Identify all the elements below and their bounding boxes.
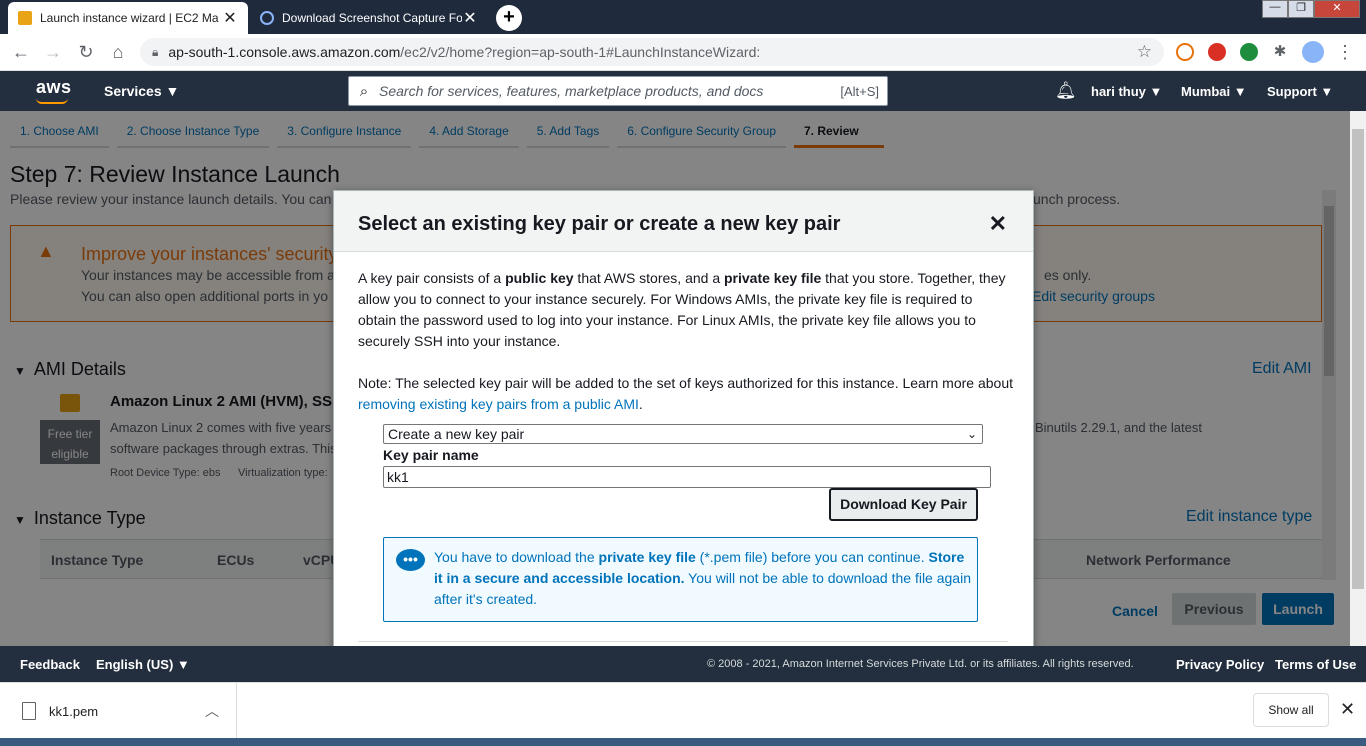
address-bar[interactable]: 🔒︎ ap-south-1.console.aws.amazon.com/ec2…: [140, 38, 1164, 66]
aws-logo[interactable]: aws: [36, 77, 72, 98]
menu-icon[interactable]: ⋮: [1334, 41, 1356, 63]
minimize-button[interactable]: —: [1262, 0, 1288, 18]
key-pair-name-input[interactable]: kk1: [383, 466, 991, 488]
back-icon[interactable]: ←: [10, 41, 32, 63]
key-pair-select[interactable]: Create a new key pair ⌄: [383, 424, 983, 444]
home-icon[interactable]: ⌂: [107, 41, 129, 63]
lock-icon: 🔒︎: [152, 44, 159, 59]
reload-icon[interactable]: ↻: [75, 41, 97, 63]
key-pair-dialog: Select an existing key pair or create a …: [333, 190, 1034, 650]
avatar[interactable]: [1302, 41, 1324, 63]
feedback-link[interactable]: Feedback: [20, 657, 80, 672]
account-menu[interactable]: hari thuy ▼: [1091, 84, 1162, 99]
download-info-text: You have to download the private key fil…: [434, 549, 971, 607]
tab-title: Download Screenshot Capture Fo: [282, 11, 462, 25]
search-placeholder: Search for services, features, marketpla…: [379, 83, 764, 99]
browser-toolbar: ← → ↻ ⌂ 🔒︎ ap-south-1.console.aws.amazon…: [0, 34, 1366, 71]
divider: [236, 683, 237, 739]
aws-top-nav: aws Services ▼ ⌕ Search for services, fe…: [0, 71, 1366, 111]
remove-key-pairs-link[interactable]: removing existing key pairs from a publi…: [358, 396, 639, 412]
browser-tab-bar: Launch instance wizard | EC2 Ma ✕ Downlo…: [0, 0, 1366, 34]
language-selector[interactable]: English (US) ▼: [96, 657, 190, 672]
maximize-button[interactable]: ❐: [1288, 0, 1314, 18]
tab-title: Launch instance wizard | EC2 Ma: [40, 11, 219, 25]
extension-icon[interactable]: [1208, 43, 1226, 61]
divider: [358, 641, 1008, 642]
download-info-box: ••• You have to download the private key…: [383, 537, 978, 622]
chevron-down-icon: ⌄: [966, 427, 977, 441]
extension-icon[interactable]: [1240, 43, 1258, 61]
bookmark-star-icon[interactable]: ☆: [1137, 42, 1152, 62]
dialog-title: Select an existing key pair or create a …: [358, 213, 841, 235]
puzzle-icon[interactable]: ✱: [1269, 41, 1291, 63]
aws-footer: Feedback English (US) ▼ © 2008 - 2021, A…: [0, 646, 1366, 682]
key-pair-note: Note: The selected key pair will be adde…: [358, 375, 1014, 412]
aws-cube-icon: [18, 11, 32, 25]
tab-screenshot-capture[interactable]: Download Screenshot Capture Fo ✕: [250, 2, 488, 34]
downloaded-file[interactable]: kk1.pem: [49, 704, 98, 719]
search-shortcut: [Alt+S]: [840, 83, 879, 99]
extension-icon[interactable]: [1176, 43, 1194, 61]
support-menu[interactable]: Support ▼: [1267, 84, 1333, 99]
close-icon[interactable]: ✕: [222, 8, 238, 28]
download-shelf: kk1.pem ︿ Show all ✕: [0, 682, 1366, 739]
key-pair-name-label: Key pair name: [383, 447, 479, 463]
close-icon[interactable]: ✕: [1340, 699, 1355, 720]
window-close-button[interactable]: ✕: [1314, 0, 1360, 18]
copyright-text: © 2008 - 2021, Amazon Internet Services …: [707, 658, 1134, 670]
aws-logo-smile: [36, 98, 68, 104]
url-text: ap-south-1.console.aws.amazon.com/ec2/v2…: [168, 44, 761, 60]
search-input[interactable]: ⌕ Search for services, features, marketp…: [348, 76, 888, 106]
tab-launch-wizard[interactable]: Launch instance wizard | EC2 Ma ✕: [8, 2, 248, 34]
show-all-button[interactable]: Show all: [1253, 693, 1329, 727]
services-menu[interactable]: Services ▼: [104, 83, 179, 99]
chevron-up-icon[interactable]: ︿: [205, 701, 219, 721]
new-tab-button[interactable]: +: [496, 5, 522, 31]
forward-icon[interactable]: →: [42, 41, 64, 63]
search-icon: ⌕: [359, 82, 369, 100]
file-icon: [22, 702, 36, 720]
close-icon[interactable]: ✕: [462, 8, 478, 28]
os-taskbar: [0, 738, 1366, 746]
close-icon[interactable]: ✕: [989, 211, 1007, 237]
region-menu[interactable]: Mumbai ▼: [1181, 84, 1247, 99]
scroll-thumb[interactable]: [1352, 129, 1364, 589]
chat-info-icon: •••: [396, 549, 425, 571]
bell-icon[interactable]: 🔔︎: [1055, 81, 1077, 101]
privacy-policy-link[interactable]: Privacy Policy: [1176, 657, 1264, 672]
camera-icon: [260, 11, 274, 25]
dialog-header: Select an existing key pair or create a …: [334, 191, 1033, 252]
download-key-pair-button[interactable]: Download Key Pair: [829, 488, 978, 521]
key-pair-description: A key pair consists of a public key that…: [358, 270, 1006, 349]
terms-of-use-link[interactable]: Terms of Use: [1275, 657, 1356, 672]
page-scrollbar[interactable]: [1350, 111, 1366, 646]
